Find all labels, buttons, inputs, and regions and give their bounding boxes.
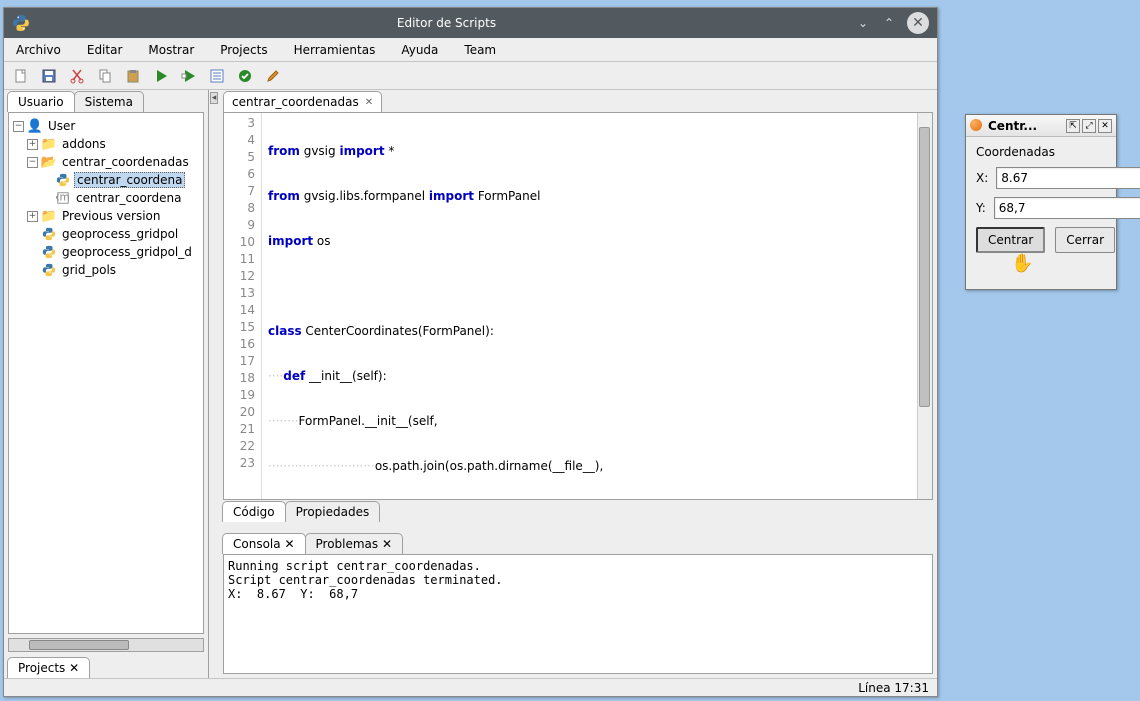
- tree-horizontal-scrollbar[interactable]: [8, 638, 204, 652]
- close-tab-icon[interactable]: ✕: [69, 661, 79, 675]
- python-file-icon: [41, 262, 57, 278]
- tab-propiedades[interactable]: Propiedades: [285, 501, 381, 522]
- minimize-button[interactable]: ⌄: [855, 15, 871, 31]
- code-editor[interactable]: 34567891011121314151617181920212223 from…: [223, 112, 933, 500]
- menu-projects[interactable]: Projects: [216, 41, 271, 59]
- tab-codigo[interactable]: Código: [222, 501, 286, 522]
- y-input[interactable]: [994, 197, 1140, 219]
- x-label: X:: [976, 171, 988, 185]
- line-gutter: 34567891011121314151617181920212223: [224, 113, 262, 499]
- python-app-icon: [12, 14, 30, 32]
- tree-toggle-icon[interactable]: +: [27, 139, 38, 150]
- folder-icon: 📂: [41, 154, 57, 170]
- cursor-position: Línea 17:31: [858, 681, 929, 695]
- python-file-icon: [55, 172, 71, 188]
- form-close-icon[interactable]: ✕: [1098, 119, 1112, 133]
- close-tab-icon[interactable]: ✕: [284, 537, 294, 551]
- close-tab-icon[interactable]: ✕: [365, 97, 373, 108]
- folder-icon: 📁: [41, 208, 57, 224]
- centrar-button[interactable]: Centrar: [976, 227, 1045, 253]
- run-icon[interactable]: [152, 67, 170, 85]
- tree-root[interactable]: User: [46, 119, 77, 133]
- y-label: Y:: [976, 201, 986, 215]
- svg-text:xml: xml: [56, 192, 70, 204]
- form-group-label: Coordenadas: [976, 145, 1106, 159]
- close-tab-icon[interactable]: ✕: [382, 537, 392, 551]
- folder-icon: 📁: [41, 136, 57, 152]
- horizontal-splitter[interactable]: [219, 522, 937, 532]
- new-file-icon[interactable]: [12, 67, 30, 85]
- tab-consola[interactable]: Consola ✕: [222, 533, 306, 554]
- menu-bar: Archivo Editar Mostrar Projects Herramie…: [4, 38, 937, 62]
- vertical-splitter[interactable]: ◂: [209, 90, 219, 678]
- tree-tab-usuario[interactable]: Usuario: [7, 91, 75, 112]
- tree-centrar-xml[interactable]: centrar_coordena: [74, 191, 183, 205]
- toolbar: [4, 62, 937, 90]
- menu-mostrar[interactable]: Mostrar: [144, 41, 198, 59]
- form-dialog: Centr... ⇱ ⤢ ✕ Coordenadas X: Y: Centrar…: [965, 114, 1117, 290]
- tree-gp2[interactable]: geoprocess_gridpol_d: [60, 245, 194, 259]
- form-title-text: Centr...: [988, 119, 1066, 133]
- code-vertical-scrollbar[interactable]: [917, 113, 932, 499]
- tree-centrar-py[interactable]: centrar_coordena: [74, 172, 185, 188]
- tab-problemas[interactable]: Problemas ✕: [305, 533, 404, 554]
- tree-prev[interactable]: Previous version: [60, 209, 162, 223]
- paste-icon[interactable]: [124, 67, 142, 85]
- form-maximize-icon[interactable]: ⤢: [1082, 119, 1096, 133]
- tree-toggle-icon[interactable]: −: [13, 121, 24, 132]
- cerrar-button[interactable]: Cerrar: [1055, 227, 1115, 253]
- python-file-icon: [41, 244, 57, 260]
- list-icon[interactable]: [208, 67, 226, 85]
- window-title: Editor de Scripts: [38, 16, 855, 30]
- form-app-icon: [970, 119, 984, 133]
- tree-panel: Usuario Sistema −👤User +📁addons −📂centra…: [4, 90, 209, 678]
- tree-centrar[interactable]: centrar_coordenadas: [60, 155, 191, 169]
- menu-editar[interactable]: Editar: [83, 41, 127, 59]
- title-bar[interactable]: Editor de Scripts ⌄ ⌃ ✕: [4, 8, 937, 38]
- tree-body[interactable]: −👤User +📁addons −📂centrar_coordenadas ce…: [8, 112, 204, 634]
- code-lines[interactable]: from gvsig import * from gvsig.libs.form…: [262, 113, 932, 499]
- close-button[interactable]: ✕: [907, 12, 929, 34]
- menu-herramientas[interactable]: Herramientas: [290, 41, 380, 59]
- run-selection-icon[interactable]: [180, 67, 198, 85]
- check-icon[interactable]: [236, 67, 254, 85]
- copy-icon[interactable]: [96, 67, 114, 85]
- splitter-arrow-icon[interactable]: ◂: [210, 92, 219, 104]
- python-file-icon: [41, 226, 57, 242]
- projects-tab[interactable]: Projects ✕: [7, 657, 90, 678]
- form-restore-icon[interactable]: ⇱: [1066, 119, 1080, 133]
- status-bar: Línea 17:31: [4, 678, 937, 696]
- cut-icon[interactable]: [68, 67, 86, 85]
- tree-toggle-icon[interactable]: −: [27, 157, 38, 168]
- tree-tab-sistema[interactable]: Sistema: [74, 91, 144, 112]
- tree-grid[interactable]: grid_pols: [60, 263, 118, 277]
- user-icon: 👤: [27, 118, 43, 134]
- tree-gp1[interactable]: geoprocess_gridpol: [60, 227, 180, 241]
- menu-ayuda[interactable]: Ayuda: [397, 41, 442, 59]
- maximize-button[interactable]: ⌃: [881, 15, 897, 31]
- tree-toggle-icon[interactable]: +: [27, 211, 38, 222]
- menu-team[interactable]: Team: [460, 41, 500, 59]
- x-input[interactable]: [996, 167, 1140, 189]
- tree-addons[interactable]: addons: [60, 137, 108, 151]
- save-icon[interactable]: [40, 67, 58, 85]
- editor-window: Editor de Scripts ⌄ ⌃ ✕ Archivo Editar M…: [3, 7, 938, 697]
- xml-file-icon: xml: [55, 190, 71, 206]
- menu-archivo[interactable]: Archivo: [12, 41, 65, 59]
- brush-icon[interactable]: [264, 67, 282, 85]
- form-title-bar[interactable]: Centr... ⇱ ⤢ ✕: [966, 115, 1116, 137]
- editor-tab[interactable]: centrar_coordenadas✕: [223, 91, 382, 112]
- console-output[interactable]: Running script centrar_coordenadas. Scri…: [223, 554, 933, 674]
